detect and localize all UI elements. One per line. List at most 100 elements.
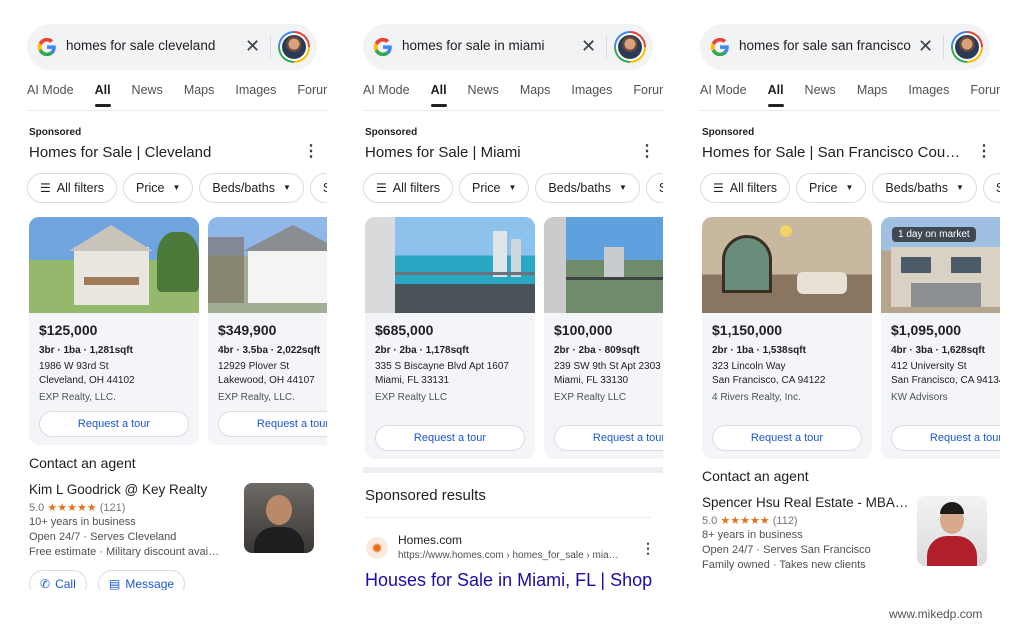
tab-maps[interactable]: Maps: [520, 82, 551, 110]
agent-name[interactable]: Kim L Goodrick @ Key Realty: [29, 482, 207, 497]
clear-search-icon[interactable]: ✕: [581, 35, 596, 57]
tab-images[interactable]: Images: [571, 82, 612, 110]
price-chip[interactable]: Price ▼: [459, 173, 530, 203]
agent-extras: Family owned · Takes new clients: [702, 559, 866, 571]
agent-photo[interactable]: [244, 483, 314, 553]
all-filters-chip[interactable]: ☰ All filters: [27, 173, 117, 203]
google-logo-icon: [373, 37, 392, 57]
chat-icon: ▤: [109, 577, 121, 590]
listing-address-line2: Miami, FL 33131: [375, 375, 450, 386]
price-chip[interactable]: Price ▼: [796, 173, 867, 203]
listing-card[interactable]: $100,000 2br · 2ba · 809sqft 239 SW 9th …: [544, 217, 663, 459]
tab-news[interactable]: News: [468, 82, 499, 110]
listing-photo: 1 day on market: [881, 217, 1000, 313]
more-filters-chip[interactable]: S: [309, 173, 327, 203]
account-avatar[interactable]: [951, 31, 983, 63]
star-rating-icon: ★★★★★: [47, 502, 97, 514]
section-separator: [363, 467, 663, 473]
beds-baths-chip[interactable]: Beds/baths ▼: [535, 173, 640, 203]
listing-card[interactable]: $125,000 3br · 1ba · 1,281sqft 1986 W 93…: [29, 217, 199, 445]
chevron-down-icon: ▼: [172, 183, 181, 192]
listing-address-line2: San Francisco, CA 94122: [712, 375, 826, 386]
listing-photo: [365, 217, 535, 313]
request-tour-button[interactable]: Request a tour: [39, 411, 189, 437]
listing-card[interactable]: $1,150,000 2br · 1ba · 1,538sqft 323 Lin…: [702, 217, 872, 459]
beds-baths-chip[interactable]: Beds/baths ▼: [199, 173, 304, 203]
clear-search-icon[interactable]: ✕: [245, 35, 260, 57]
ad-url[interactable]: https://www.homes.com › homes_for_sale ›…: [398, 550, 619, 561]
phone-icon: ✆: [40, 577, 51, 590]
beds-baths-chip[interactable]: Beds/baths ▼: [872, 173, 977, 203]
price-chip[interactable]: Price ▼: [123, 173, 194, 203]
listing-photo: [544, 217, 663, 313]
message-button[interactable]: ▤ Message: [98, 570, 186, 590]
listing-agency: EXP Realty LLC: [554, 392, 627, 403]
request-tour-button[interactable]: Request a tour: [712, 425, 862, 451]
tab-ai-mode[interactable]: AI Mode: [27, 82, 74, 110]
listing-address-line1: 335 S Biscayne Blvd Apt 1607: [375, 361, 509, 372]
tabs-divider: [363, 110, 663, 111]
agent-experience: 10+ years in business: [29, 516, 136, 528]
listing-specs: 3br · 1ba · 1,281sqft: [39, 345, 133, 356]
listing-card[interactable]: 1 day on market $1,095,000 4br · 3ba · 1…: [881, 217, 1000, 459]
clear-search-icon[interactable]: ✕: [918, 35, 933, 57]
request-tour-button[interactable]: Request a tour: [218, 411, 327, 437]
request-tour-button[interactable]: Request a tour: [554, 425, 663, 451]
listing-card[interactable]: $349,900 4br · 3.5ba · 2,022sqft 12929 P…: [208, 217, 327, 445]
tab-all[interactable]: All: [94, 82, 111, 110]
section-title: Homes for Sale | Miami: [365, 144, 521, 161]
more-options-icon[interactable]: ⋮: [303, 144, 319, 160]
google-logo-icon: [710, 37, 729, 57]
tab-forums[interactable]: Forums: [633, 82, 663, 110]
tab-news[interactable]: News: [132, 82, 163, 110]
request-tour-button[interactable]: Request a tour: [891, 425, 1000, 451]
sliders-icon: ☰: [376, 181, 387, 195]
request-tour-button[interactable]: Request a tour: [375, 425, 525, 451]
more-filters-chip[interactable]: S: [982, 173, 1000, 203]
results-panel-san-francisco: homes for sale san francisco ✕ AI Mode A…: [700, 0, 1000, 590]
search-query[interactable]: homes for sale san francisco: [739, 38, 911, 53]
search-query[interactable]: homes for sale in miami: [402, 38, 574, 53]
tab-all[interactable]: All: [430, 82, 447, 110]
more-options-icon[interactable]: ⋮: [976, 144, 992, 160]
all-filters-chip[interactable]: ☰ All filters: [700, 173, 790, 203]
results-panel-miami: homes for sale in miami ✕ AI Mode All Ne…: [363, 0, 663, 590]
tab-maps[interactable]: Maps: [184, 82, 215, 110]
search-bar[interactable]: homes for sale cleveland ✕: [27, 24, 317, 70]
search-query[interactable]: homes for sale cleveland: [66, 38, 238, 53]
agent-name[interactable]: Spencer Hsu Real Estate - MBA…: [702, 495, 908, 510]
search-bar[interactable]: homes for sale san francisco ✕: [700, 24, 990, 70]
more-options-icon[interactable]: ⋮: [639, 144, 655, 160]
filter-chips: ☰All filters Price▼ Beds/baths▼ S: [27, 173, 327, 203]
listing-price: $1,095,000: [891, 322, 962, 338]
tab-ai-mode[interactable]: AI Mode: [700, 82, 747, 110]
call-button[interactable]: ✆ Call: [29, 570, 87, 590]
listing-address-line2: Lakewood, OH 44107: [218, 375, 315, 386]
search-bar[interactable]: homes for sale in miami ✕: [363, 24, 653, 70]
ad-site-name[interactable]: Homes.com: [398, 533, 462, 547]
more-options-icon[interactable]: ⋮: [641, 540, 655, 557]
tab-all[interactable]: All: [767, 82, 784, 110]
tab-images[interactable]: Images: [908, 82, 949, 110]
listing-specs: 2br · 2ba · 1,178sqft: [375, 345, 469, 356]
more-filters-chip[interactable]: S: [645, 173, 663, 203]
account-avatar[interactable]: [614, 31, 646, 63]
account-avatar[interactable]: [278, 31, 310, 63]
agent-hours: Open 24/7 · Serves Cleveland: [29, 531, 177, 543]
tab-forums[interactable]: Forums: [297, 82, 327, 110]
tab-images[interactable]: Images: [235, 82, 276, 110]
tab-maps[interactable]: Maps: [857, 82, 888, 110]
all-filters-chip[interactable]: ☰ All filters: [363, 173, 453, 203]
listing-address-line1: 412 University St: [891, 361, 967, 372]
listing-card[interactable]: $685,000 2br · 2ba · 1,178sqft 335 S Bis…: [365, 217, 535, 459]
tab-ai-mode[interactable]: AI Mode: [363, 82, 410, 110]
tabs-divider: [700, 110, 1000, 111]
listing-agency: EXP Realty, LLC.: [39, 392, 116, 403]
tab-news[interactable]: News: [805, 82, 836, 110]
listing-photo: [29, 217, 199, 313]
tab-forums[interactable]: Forums: [970, 82, 1000, 110]
ad-headline-link[interactable]: Houses for Sale in Miami, FL | Shop: [365, 570, 652, 590]
agent-rating: 5.0 ★★★★★ (112): [702, 515, 798, 527]
listing-address-line2: Cleveland, OH 44102: [39, 375, 135, 386]
agent-photo[interactable]: [917, 496, 987, 566]
